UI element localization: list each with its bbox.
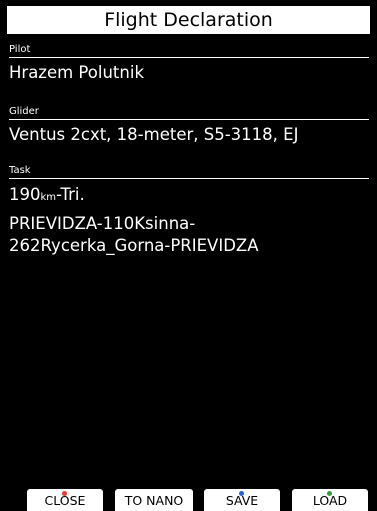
pilot-label-text: Pilot: [9, 44, 31, 55]
task-route-line-1: PRIEVIDZA-110Ksinna-: [9, 214, 196, 233]
page-title: Flight Declaration: [104, 9, 273, 31]
pilot-label: Pilot: [9, 44, 369, 58]
load-button-label: LOAD: [312, 493, 348, 508]
glider-value[interactable]: Ventus 2cxt, 18-meter, S5-3118, EJ: [9, 124, 369, 146]
title-bar: Flight Declaration: [7, 6, 370, 34]
task-label: Task: [9, 165, 369, 179]
task-type: -Tri.: [56, 185, 85, 204]
task-distance[interactable]: 190km-Tri.: [9, 184, 85, 209]
task-distance-unit: km: [40, 192, 57, 203]
close-button-label: CLOSE: [44, 493, 86, 508]
glider-label-text: Glider: [9, 106, 39, 117]
save-button-label: SAVE: [225, 493, 259, 508]
flight-declaration-screen: Flight Declaration Pilot Hrazem Polutnik…: [0, 0, 377, 511]
to-nano-button-label: TO NANO: [124, 493, 184, 508]
button-bar: CLOSE TO NANO SAVE LOAD: [0, 489, 377, 511]
pilot-value[interactable]: Hrazem Polutnik: [9, 62, 369, 84]
glider-label: Glider: [9, 106, 369, 120]
task-distance-value: 190: [9, 185, 41, 204]
save-button[interactable]: SAVE: [204, 489, 280, 511]
close-button[interactable]: CLOSE: [27, 489, 103, 511]
task-label-text: Task: [9, 165, 31, 176]
task-route-line-2: 262Rycerka_Gorna-PRIEVIDZA: [9, 236, 259, 255]
task-route[interactable]: PRIEVIDZA-110Ksinna- 262Rycerka_Gorna-PR…: [9, 213, 369, 257]
load-button[interactable]: LOAD: [292, 489, 368, 511]
to-nano-button[interactable]: TO NANO: [115, 489, 193, 511]
